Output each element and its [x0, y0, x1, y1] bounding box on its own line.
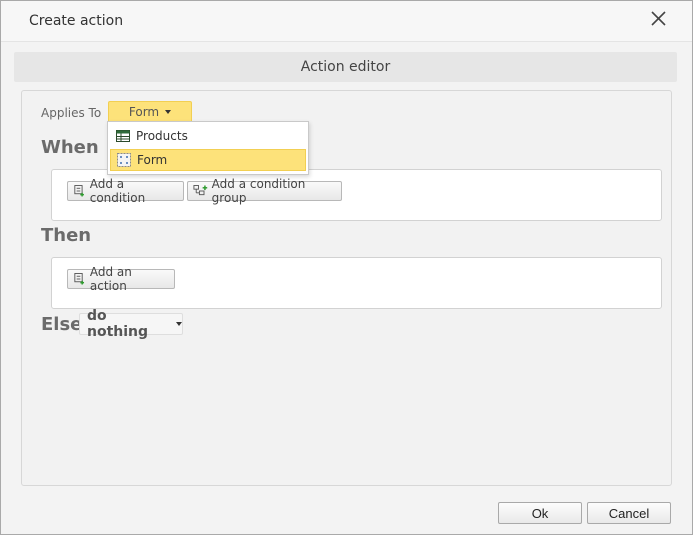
close-icon[interactable]	[647, 7, 671, 31]
else-action-dropdown[interactable]: do nothing	[79, 308, 183, 340]
table-icon	[116, 130, 130, 142]
menu-item-form[interactable]: Form	[110, 149, 306, 171]
ok-button-label: Ok	[531, 505, 549, 521]
menu-item-label: Form	[137, 153, 168, 167]
chevron-down-icon	[165, 110, 172, 114]
add-condition-group-button[interactable]: Add a condition group	[187, 177, 342, 205]
menu-item-label: Products	[136, 129, 188, 143]
ok-button[interactable]: Ok	[498, 502, 582, 524]
applies-to-value: Form	[128, 105, 160, 119]
applies-to-options-menu: Products Form	[107, 121, 309, 175]
action-editor-title: Action editor	[300, 59, 391, 75]
when-label: When	[41, 137, 99, 158]
add-condition-icon	[74, 185, 84, 197]
add-condition-group-icon	[193, 185, 208, 196]
applies-to-label: Applies To	[41, 106, 102, 120]
chevron-down-icon	[176, 322, 182, 326]
then-label: Then	[41, 225, 92, 246]
add-condition-label: Add a condition	[89, 177, 146, 205]
add-action-button[interactable]: Add an action	[67, 265, 175, 293]
add-condition-group-label: Add a condition group	[211, 177, 306, 205]
cancel-button-label: Cancel	[608, 505, 650, 521]
form-icon	[117, 153, 131, 167]
add-action-label: Add an action	[89, 265, 132, 293]
action-editor-header: Action editor	[14, 52, 677, 82]
applies-to-dropdown[interactable]: Form	[108, 101, 192, 123]
add-condition-button[interactable]: Add a condition	[67, 177, 184, 205]
cancel-button[interactable]: Cancel	[587, 502, 671, 524]
menu-item-products[interactable]: Products	[110, 125, 306, 147]
dialog-titlebar: Create action	[1, 1, 692, 42]
else-action-value: do nothing	[87, 308, 149, 340]
else-label: Else	[41, 314, 83, 335]
add-action-icon	[74, 273, 85, 285]
dialog-title: Create action	[29, 13, 124, 29]
